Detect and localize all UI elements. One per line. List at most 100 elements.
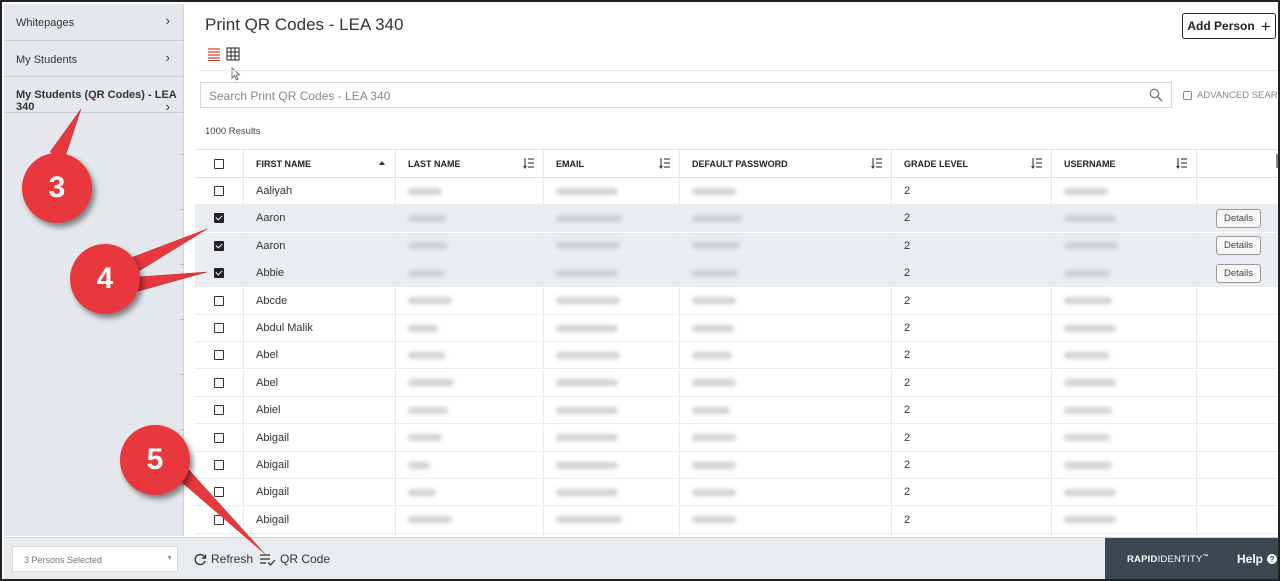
- row-checkbox[interactable]: [214, 377, 224, 388]
- table-row[interactable]: Aaron 2 Details: [195, 232, 1278, 260]
- details-button[interactable]: Details: [1215, 236, 1262, 256]
- search-icon[interactable]: [1149, 88, 1163, 102]
- row-checkbox[interactable]: [214, 186, 224, 196]
- email-cell: [543, 534, 679, 536]
- grid-view-icon[interactable]: [226, 47, 240, 61]
- results-table: FIRST NAME LAST NAME EMAIL DEFAULT PASSW…: [195, 149, 1278, 536]
- row-checkbox[interactable]: [214, 323, 224, 333]
- table-row[interactable]: [195, 534, 1278, 536]
- row-checkbox[interactable]: [214, 514, 224, 525]
- table-row[interactable]: Abel 2: [195, 342, 1278, 370]
- username-cell: [1051, 178, 1196, 204]
- redacted-text: [556, 187, 618, 195]
- persons-selected-dropdown[interactable]: 3 Persons Selected ▼: [12, 546, 178, 572]
- redacted-text: [1064, 214, 1116, 222]
- grade-level-cell: 2: [891, 369, 1051, 396]
- first-name-cell: Abbie: [243, 260, 395, 287]
- column-header-grade-level[interactable]: GRADE LEVEL: [891, 150, 1051, 177]
- column-header-first-name[interactable]: FIRST NAME: [243, 150, 395, 177]
- table-row[interactable]: Abigail 2: [195, 506, 1278, 534]
- grade-level-cell: 2: [891, 287, 1051, 314]
- row-checkbox[interactable]: [214, 295, 224, 306]
- actions-cell: [1196, 506, 1278, 533]
- sidebar-item-my-students[interactable]: My Students ›: [4, 41, 184, 77]
- select-all-checkbox[interactable]: [214, 158, 224, 169]
- grade-text: 2: [904, 322, 911, 334]
- sidebar-item-label: My Students: [16, 54, 78, 66]
- grade-text: 2: [904, 513, 911, 526]
- row-select-cell: [195, 479, 243, 505]
- username-cell: [1051, 424, 1196, 451]
- table-row[interactable]: Abigail 2: [195, 424, 1278, 452]
- help-button[interactable]: Help ?: [1237, 552, 1278, 566]
- add-person-button[interactable]: Add Person +: [1182, 13, 1276, 39]
- sort-icon[interactable]: [659, 157, 671, 169]
- password-cell: [679, 178, 891, 204]
- row-checkbox[interactable]: [214, 350, 224, 361]
- refresh-button[interactable]: Refresh: [194, 552, 253, 566]
- column-header-email[interactable]: EMAIL: [543, 150, 679, 177]
- grade-level-cell: 2: [891, 260, 1051, 287]
- redacted-text: [408, 434, 442, 442]
- help-label: Help: [1237, 552, 1264, 566]
- table-row[interactable]: Abigail 2: [195, 452, 1278, 479]
- redacted-text: [692, 461, 736, 469]
- column-header-default-password[interactable]: DEFAULT PASSWORD: [679, 150, 891, 177]
- rapididentity-logo: RAPIDIDENTITY™: [1127, 554, 1209, 565]
- details-button[interactable]: Details: [1215, 208, 1262, 228]
- advanced-search-toggle[interactable]: ADVANCED SEARCH: [1183, 90, 1278, 101]
- row-checkbox[interactable]: [214, 432, 224, 443]
- sort-icon[interactable]: [1031, 157, 1043, 169]
- redacted-text: [556, 351, 620, 359]
- first-name-cell: Abiel: [243, 397, 395, 424]
- table-row[interactable]: Abiel 2: [195, 397, 1278, 425]
- last-name-cell: [395, 452, 543, 478]
- redacted-text: [1064, 297, 1112, 305]
- divider: [180, 154, 184, 155]
- list-view-icon[interactable]: [207, 47, 221, 61]
- divider: [180, 429, 184, 430]
- table-row[interactable]: Abbie 2 Details: [195, 260, 1278, 288]
- table-row[interactable]: Aaron 2 Details: [195, 205, 1278, 233]
- row-checkbox[interactable]: [214, 240, 224, 251]
- row-checkbox[interactable]: [214, 405, 224, 416]
- username-cell: [1051, 506, 1196, 533]
- redacted-text: [408, 351, 446, 359]
- password-cell: [679, 260, 891, 287]
- qr-code-button[interactable]: QR Code: [260, 552, 330, 566]
- logo-light-text: IDENTITY: [1157, 554, 1203, 566]
- row-checkbox[interactable]: [214, 487, 224, 498]
- divider: [180, 319, 184, 320]
- table-row[interactable]: Aaliyah 2: [195, 178, 1278, 205]
- column-header-username[interactable]: USERNAME: [1051, 150, 1196, 177]
- sort-icon[interactable]: [523, 157, 535, 169]
- redacted-text: [692, 187, 736, 195]
- first-name-text: Abcde: [256, 294, 288, 307]
- actions-cell: [1196, 369, 1278, 396]
- logo-tm: ™: [1202, 554, 1209, 560]
- row-checkbox[interactable]: [214, 213, 224, 224]
- column-header-last-name[interactable]: LAST NAME: [395, 150, 543, 177]
- redacted-text: [556, 242, 620, 250]
- scrollbar[interactable]: [1276, 154, 1278, 168]
- grade-text: 2: [904, 294, 911, 307]
- row-checkbox[interactable]: [214, 460, 224, 470]
- checkbox[interactable]: [1183, 91, 1192, 100]
- row-checkbox[interactable]: [214, 268, 224, 279]
- table-row[interactable]: Abel 2: [195, 369, 1278, 397]
- table-row[interactable]: Abcde 2: [195, 287, 1278, 315]
- redacted-text: [692, 324, 734, 332]
- last-name-cell: [395, 342, 543, 369]
- redacted-text: [692, 406, 730, 414]
- sort-icon[interactable]: [871, 157, 883, 169]
- table-row[interactable]: Abigail 2: [195, 479, 1278, 507]
- sidebar-item-whitepages[interactable]: Whitepages ›: [4, 4, 184, 41]
- details-button[interactable]: Details: [1215, 263, 1262, 283]
- table-row[interactable]: Abdul Malik 2: [195, 315, 1278, 342]
- redacted-text: [556, 214, 622, 222]
- sidebar-item-my-students-qr-codes[interactable]: My Students (QR Codes) - LEA 340 ›: [4, 77, 184, 114]
- search-input[interactable]: Search Print QR Codes - LEA 340: [200, 82, 1172, 108]
- grade-level-cell: 2: [891, 506, 1051, 533]
- sort-icon[interactable]: [1176, 157, 1188, 169]
- divider: [180, 264, 184, 265]
